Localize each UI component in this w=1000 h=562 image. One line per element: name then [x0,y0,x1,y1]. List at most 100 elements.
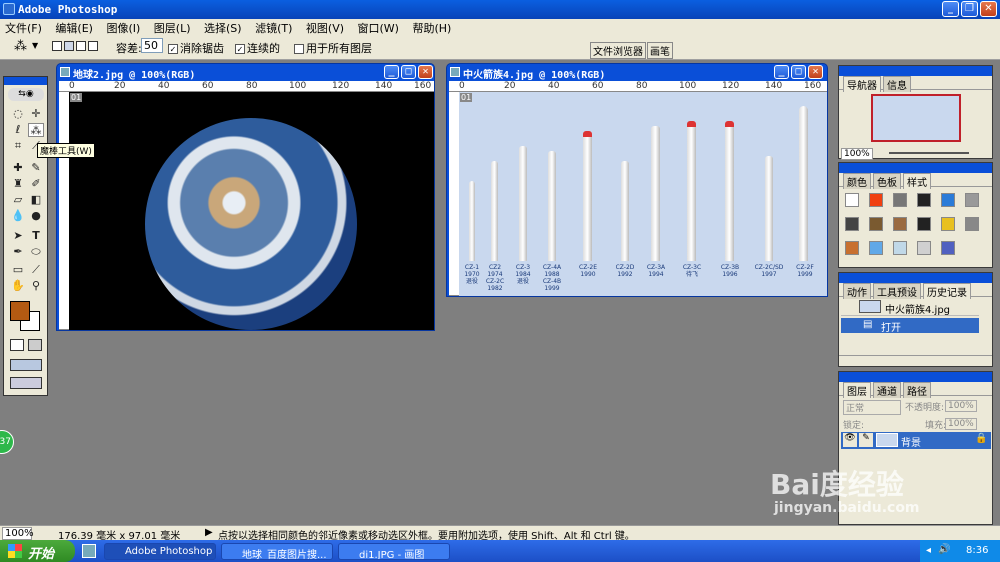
style-swatch[interactable] [869,241,883,255]
crop-tool-icon[interactable]: ⌗ [10,139,26,153]
style-swatch[interactable] [917,241,931,255]
file-browser-tab[interactable]: 文件浏览器 [590,42,646,59]
tab-navigator[interactable]: 导航器 [843,76,881,92]
doc-close-button[interactable]: ✕ [418,65,433,79]
antialias-checkbox[interactable]: ✓ 消除锯齿 [168,40,224,56]
tab-color[interactable]: 颜色 [843,173,871,189]
style-swatch[interactable] [845,241,859,255]
pen-tool-icon[interactable]: ✒ [10,245,26,259]
screen-mode-icon[interactable] [10,359,42,371]
tab-history[interactable]: 历史记录 [923,283,971,299]
standard-mode-icon[interactable] [10,339,24,351]
doc-minimize-button[interactable]: _ [384,65,399,79]
style-swatch[interactable] [869,193,883,207]
play-arrow-icon[interactable]: ▶ [205,527,213,538]
move-tool-icon[interactable]: ✛ [28,107,44,121]
photoshop-eye-icon[interactable]: ⇆◉ [8,88,44,101]
task-photoshop[interactable]: Adobe Photoshop [104,543,216,560]
magic-wand-tool-icon[interactable]: ⁂ [28,123,44,137]
path-selection-icon[interactable]: ➤ [10,229,26,243]
tolerance-input[interactable]: 50 [141,38,163,53]
volume-icon[interactable]: 🔊 [938,544,950,555]
all-layers-checkbox[interactable]: 用于所有图层 [294,40,372,56]
navigator-thumbnail[interactable] [871,94,961,142]
selection-mode-new-icon[interactable] [52,41,62,51]
hand-tool-icon[interactable]: ✋ [10,279,26,293]
opacity-input[interactable]: 100% [945,400,977,412]
chevron-down-icon[interactable]: ▼ [32,41,38,50]
tab-channels[interactable]: 通道 [873,382,901,398]
canvas-earth[interactable]: 01 [69,92,434,330]
style-swatch[interactable] [869,217,883,231]
jump-to-imageready-icon[interactable] [10,377,42,389]
tab-styles[interactable]: 样式 [903,173,931,189]
selection-mode-add-icon[interactable] [64,41,74,51]
canvas-rockets[interactable]: 01 CZ-1 1970 退役 CZ2 1974 CZ-2C 1982 CZ-3 1984… [459,92,827,296]
restore-button[interactable]: ❐ [961,1,978,17]
style-swatch[interactable] [917,217,931,231]
status-zoom[interactable]: 100% [2,527,34,540]
history-snapshot-row[interactable]: 中火箭族4.jpg [841,299,979,316]
style-swatch[interactable] [893,217,907,231]
notes-tool-icon[interactable]: ▭ [10,263,26,277]
quicklaunch-icon[interactable] [82,544,96,558]
tray-icon[interactable]: ◂ [926,545,931,556]
close-button[interactable]: ✕ [980,1,997,17]
style-swatch[interactable] [845,193,859,207]
selection-mode-intersect-icon[interactable] [88,41,98,51]
style-swatch[interactable] [845,217,859,231]
dodge-tool-icon[interactable]: ● [28,209,44,223]
blur-tool-icon[interactable]: 💧 [10,209,26,223]
task-browser[interactable]: 地球_百度图片搜... [221,543,333,560]
clone-stamp-icon[interactable]: ♜ [10,177,26,191]
history-brush-icon[interactable]: ✐ [28,177,44,191]
marquee-tool-icon[interactable]: ◌ [10,107,26,121]
minimize-button[interactable]: _ [942,1,959,17]
layer-row-background[interactable]: 👁 ✎ 背景 🔒 [841,432,991,449]
healing-brush-icon[interactable]: ✚ [10,161,26,175]
doc-close-button[interactable]: ✕ [808,65,823,79]
history-step-row[interactable]: ▤ 打开 [841,318,979,334]
doc-maximize-button[interactable]: □ [791,65,806,79]
zoom-tool-icon[interactable]: ⚲ [28,279,44,293]
doc-minimize-button[interactable]: _ [774,65,789,79]
tab-layers[interactable]: 图层 [843,382,871,398]
style-swatch[interactable] [941,217,955,231]
style-swatch[interactable] [917,193,931,207]
magic-wand-icon[interactable]: ⁂ [14,39,27,54]
brush-link-icon[interactable]: ✎ [859,433,873,447]
doc-maximize-button[interactable]: □ [401,65,416,79]
tab-tool-presets[interactable]: 工具预设 [873,283,921,299]
style-swatch[interactable] [965,217,979,231]
selection-mode-subtract-icon[interactable] [76,41,86,51]
foreground-color-swatch[interactable] [10,301,30,321]
blend-mode-select[interactable]: 正常 [843,400,901,415]
contiguous-checkbox[interactable]: ✓ 连续的 [235,40,280,56]
tab-actions[interactable]: 动作 [843,283,871,299]
style-swatch[interactable] [965,193,979,207]
brush-tool-icon[interactable]: ✎ [28,161,44,175]
eye-icon[interactable]: 👁 [843,433,857,447]
tab-info[interactable]: 信息 [883,76,911,92]
type-tool-icon[interactable]: T [28,229,44,243]
style-swatch[interactable] [893,241,907,255]
fill-input[interactable]: 100% [945,418,977,430]
quick-mask-icon[interactable] [28,339,42,351]
tab-paths[interactable]: 路径 [903,382,931,398]
start-button[interactable]: 开始 [0,540,75,562]
lasso-tool-icon[interactable]: ℓ [10,123,26,137]
tab-swatches[interactable]: 色板 [873,173,901,189]
eyedropper-tool-icon[interactable]: ⟋ [28,263,44,277]
style-swatch[interactable] [941,241,955,255]
zoom-slider[interactable] [889,152,969,154]
style-swatch[interactable] [941,193,955,207]
document-window-rockets[interactable]: 中火箭族4.jpg @ 100%(RGB) _ □ ✕ 0 20 40 60 8… [446,63,828,297]
gradient-tool-icon[interactable]: ◧ [28,193,44,207]
navigator-zoom[interactable]: 100% [841,148,873,160]
shape-tool-icon[interactable]: ⬭ [28,245,44,259]
task-paint[interactable]: di1.JPG - 画图 [338,543,450,560]
document-window-earth[interactable]: 地球2.jpg @ 100%(RGB) _ □ ✕ 0 20 40 60 80 … [56,63,435,331]
eraser-tool-icon[interactable]: ▱ [10,193,26,207]
brushes-tab[interactable]: 画笔 [647,42,673,59]
style-swatch[interactable] [893,193,907,207]
